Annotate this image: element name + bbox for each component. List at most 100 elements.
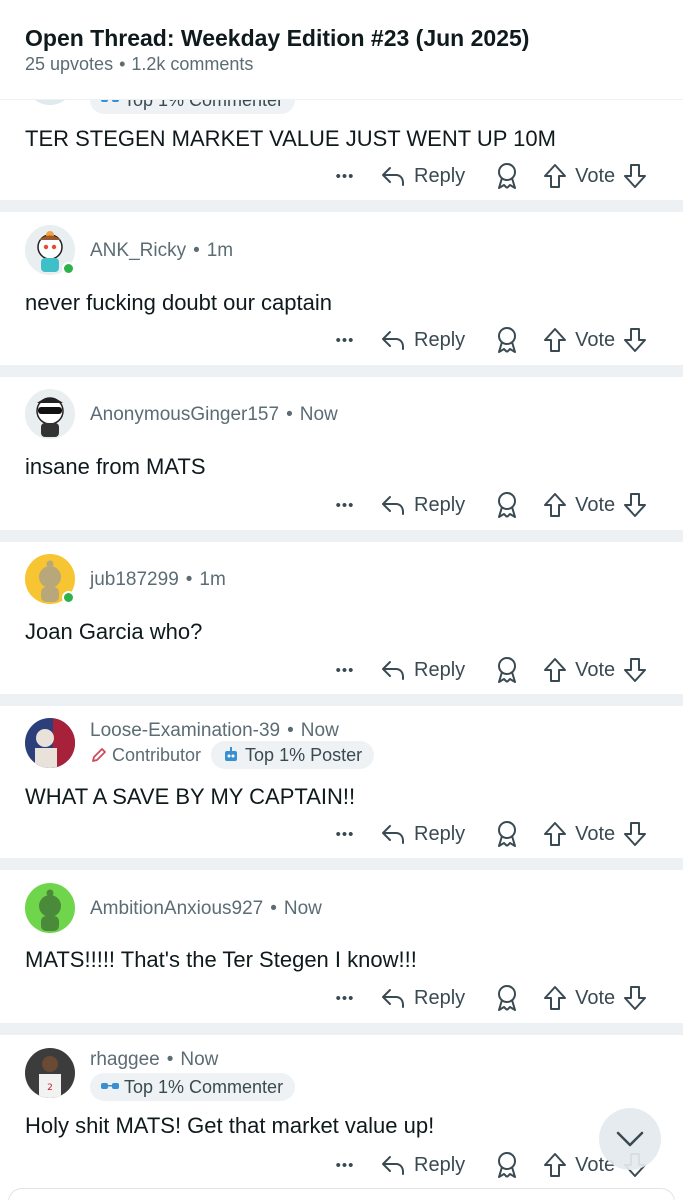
separator	[0, 858, 683, 870]
username[interactable]: jub187299	[90, 569, 179, 590]
timestamp: Now	[300, 720, 339, 741]
reply-button[interactable]: Reply	[381, 987, 465, 1010]
comment-text: WHAT A SAVE BY MY CAPTAIN!!	[25, 784, 356, 809]
award-button[interactable]	[494, 655, 520, 685]
more-options-button[interactable]: •••	[330, 655, 360, 685]
flair-line: Top 1% Commenter	[90, 1073, 296, 1101]
reply-button[interactable]: Reply	[381, 494, 465, 517]
reply-arrow-icon	[381, 659, 405, 681]
more-options-button[interactable]: •••	[330, 819, 360, 849]
username-line: rhaggee • Now	[90, 1049, 219, 1070]
timestamp: 1m	[206, 240, 234, 261]
comment-actions: ••• Reply Vote	[330, 983, 647, 1013]
upvote-arrow-icon[interactable]	[543, 327, 567, 353]
award-button[interactable]	[494, 983, 520, 1013]
vote-group: Vote	[543, 492, 647, 518]
flair-line: Contributor Top 1% Poster	[90, 741, 375, 769]
reply-button[interactable]: Reply	[381, 823, 465, 846]
award-button[interactable]	[494, 1150, 520, 1180]
more-dots-icon: •••	[335, 989, 355, 1007]
avatar[interactable]	[25, 718, 75, 768]
vote-group: Vote	[543, 821, 647, 847]
more-options-button[interactable]: •••	[330, 490, 360, 520]
scroll-down-button[interactable]	[599, 1108, 661, 1170]
comment-text: never fucking doubt our captain	[25, 290, 332, 315]
thread-header: Open Thread: Weekday Edition #23 (Jun 20…	[0, 0, 683, 100]
downvote-arrow-icon[interactable]	[623, 327, 647, 353]
photo-avatar-icon	[25, 718, 75, 768]
avatar[interactable]	[25, 389, 75, 439]
vote-label: Vote	[575, 328, 616, 351]
more-dots-icon: •••	[335, 825, 355, 843]
reply-button[interactable]: Reply	[381, 329, 465, 352]
reply-arrow-icon	[381, 494, 405, 516]
reply-button[interactable]: Reply	[381, 1154, 465, 1177]
flair-badge: Top 1% Poster	[211, 741, 375, 769]
online-status-dot	[62, 262, 75, 275]
snoo-avatar-icon	[39, 889, 61, 931]
reply-button[interactable]: Reply	[381, 165, 465, 188]
award-button[interactable]	[494, 490, 520, 520]
vote-label: Vote	[575, 164, 616, 187]
vote-group: Vote	[543, 985, 647, 1011]
timestamp: Now	[299, 404, 338, 425]
downvote-arrow-icon[interactable]	[623, 492, 647, 518]
avatar[interactable]: 2	[25, 1048, 75, 1098]
separator	[0, 200, 683, 212]
username[interactable]: ANK_Ricky	[90, 240, 186, 261]
username[interactable]: Loose-Examination-39	[90, 720, 280, 741]
username[interactable]: AnonymousGinger157	[90, 404, 279, 425]
upvote-arrow-icon[interactable]	[543, 492, 567, 518]
award-button[interactable]	[494, 161, 520, 191]
award-button[interactable]	[494, 819, 520, 849]
separator	[0, 694, 683, 706]
username-line: AmbitionAnxious927 • Now	[90, 898, 322, 919]
reply-button[interactable]: Reply	[381, 659, 465, 682]
more-dots-icon: •••	[335, 1156, 355, 1174]
downvote-arrow-icon[interactable]	[623, 821, 647, 847]
svg-text:2: 2	[47, 1083, 53, 1093]
more-options-button[interactable]: •••	[330, 983, 360, 1013]
separator	[0, 530, 683, 542]
glasses-icon	[100, 1080, 120, 1094]
award-icon	[495, 820, 519, 848]
comment-3: jub187299 • 1m Joan Garcia who? ••• Reply …	[0, 542, 683, 694]
upvote-count: 25 upvotes	[25, 54, 114, 74]
vote-label: Vote	[575, 493, 616, 516]
comment-actions: ••• Reply Vote	[330, 490, 647, 520]
comment-text: insane from MATS	[25, 454, 206, 479]
comment-5: AmbitionAnxious927 • Now MATS!!!!! That's …	[0, 870, 683, 1023]
separator	[0, 1023, 683, 1035]
more-options-button[interactable]: •••	[330, 161, 360, 191]
vote-label: Vote	[575, 822, 616, 845]
username[interactable]: AmbitionAnxious927	[90, 898, 263, 919]
upvote-arrow-icon[interactable]	[543, 985, 567, 1011]
award-icon	[495, 326, 519, 354]
avatar[interactable]	[25, 883, 75, 933]
reply-arrow-icon	[381, 823, 405, 845]
more-dots-icon: •••	[335, 167, 355, 185]
comment-text: TER STEGEN MARKET VALUE JUST WENT UP 10M	[25, 126, 556, 151]
reply-arrow-icon	[381, 987, 405, 1009]
comment-actions: ••• Reply Vote	[330, 1150, 647, 1180]
username-line: ANK_Ricky • 1m	[90, 240, 234, 261]
reply-arrow-icon	[381, 329, 405, 351]
bottom-sheet-edge[interactable]	[8, 1188, 675, 1200]
downvote-arrow-icon[interactable]	[623, 657, 647, 683]
more-options-button[interactable]: •••	[330, 1150, 360, 1180]
downvote-arrow-icon[interactable]	[623, 985, 647, 1011]
upvote-arrow-icon[interactable]	[543, 163, 567, 189]
username[interactable]: rhaggee	[90, 1049, 160, 1070]
more-dots-icon: •••	[335, 661, 355, 679]
timestamp: 1m	[199, 569, 226, 590]
comment-actions: ••• Reply Vote	[330, 325, 647, 355]
upvote-arrow-icon[interactable]	[543, 821, 567, 847]
vote-group: Vote	[543, 657, 647, 683]
username-line: jub187299 • 1m	[90, 569, 226, 590]
photo-avatar-icon: 2	[25, 1048, 75, 1098]
award-button[interactable]	[494, 325, 520, 355]
upvote-arrow-icon[interactable]	[543, 1152, 567, 1178]
upvote-arrow-icon[interactable]	[543, 657, 567, 683]
downvote-arrow-icon[interactable]	[623, 163, 647, 189]
more-options-button[interactable]: •••	[330, 325, 360, 355]
